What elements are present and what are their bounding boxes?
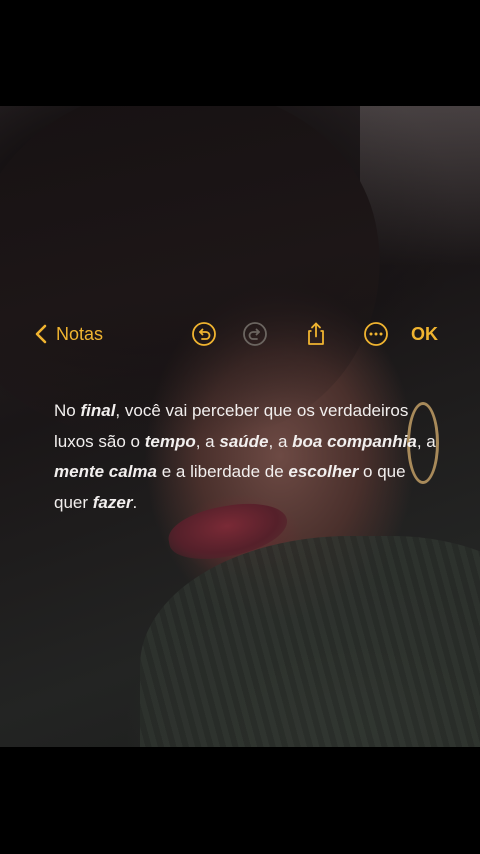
sweater-shape (140, 536, 480, 747)
back-label: Notas (56, 323, 104, 344)
share-icon[interactable] (303, 321, 329, 347)
note-emphasis: boa companhia (292, 431, 417, 451)
redo-icon[interactable] (242, 321, 268, 347)
notes-toolbar: Notas OK (0, 316, 480, 352)
note-text: e a liberdade de (157, 462, 289, 481)
note-text: , a (416, 431, 436, 451)
note-text: No (54, 401, 81, 420)
note-emphasis: mente calma (54, 462, 157, 481)
note-emphasis: escolher (288, 462, 359, 481)
note-text: , a (195, 431, 220, 451)
chevron-left-icon (35, 324, 47, 344)
note-text: , a (268, 431, 293, 451)
note-text: . (132, 492, 138, 512)
note-emphasis: tempo (144, 431, 196, 451)
undo-icon[interactable] (191, 321, 217, 347)
note-emphasis: saúde (219, 431, 269, 451)
note-body[interactable]: No final, você vai perceber que os verda… (54, 396, 444, 518)
note-emphasis: final (80, 401, 116, 420)
back-button[interactable]: Notas (32, 316, 103, 352)
bottom-letterbox (0, 747, 480, 854)
more-icon[interactable] (363, 321, 389, 347)
ok-button[interactable]: OK (411, 316, 438, 352)
note-emphasis: fazer (92, 492, 133, 512)
